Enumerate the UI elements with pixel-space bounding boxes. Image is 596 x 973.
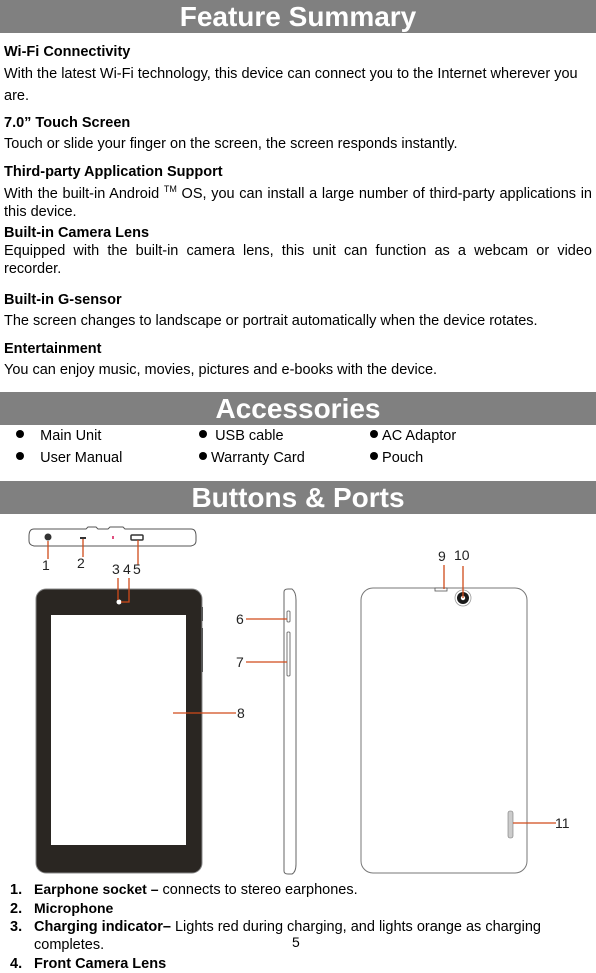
feature-heading-gsensor: Built-in G-sensor xyxy=(4,292,122,308)
touch-screen xyxy=(51,615,186,845)
accessories-banner: Accessories xyxy=(0,392,596,425)
list-title: Earphone socket – xyxy=(34,881,159,897)
callout-8: 8 xyxy=(237,705,245,721)
accessory-label: User Manual xyxy=(40,450,123,466)
feature-text-touch-screen: Touch or slide your finger on the screen… xyxy=(4,136,458,152)
feature-heading-third-party: Third-party Application Support xyxy=(4,164,223,180)
accessory-label: Main Unit xyxy=(40,428,102,444)
accessory-item: AC Adaptor xyxy=(370,428,456,445)
callout-9: 9 xyxy=(438,548,446,564)
accessory-item: User Manual xyxy=(16,450,122,467)
device-back-view xyxy=(360,587,528,874)
callout-2: 2 xyxy=(77,555,85,571)
accessory-label: AC Adaptor xyxy=(382,428,457,444)
accessory-label: Warranty Card xyxy=(211,450,305,466)
callout-1: 1 xyxy=(42,557,50,573)
device-diagram: 1 2 3 4 5 6 7 8 9 10 11 xyxy=(28,526,570,875)
speaker-grille xyxy=(507,810,514,839)
list-desc: connects to stereo earphones. xyxy=(158,882,358,898)
accessory-item: Warranty Card xyxy=(199,450,305,467)
port-list-item-4: 4. Front Camera Lens xyxy=(10,956,590,973)
list-desc: Lights red during charging, and lights o… xyxy=(170,919,541,935)
callout-10: 10 xyxy=(454,547,470,563)
list-number: 3. xyxy=(10,919,23,935)
callout-5: 5 xyxy=(133,561,141,577)
earphone-socket-icon xyxy=(44,533,52,541)
charging-indicator-icon xyxy=(112,536,114,539)
callout-6: 6 xyxy=(236,611,244,627)
list-desc-continued: completes. xyxy=(34,937,105,953)
accessory-label: USB cable xyxy=(215,428,284,444)
bullet-icon xyxy=(199,452,207,460)
feature-text-third-party: With the built-in Android TM OS, you can… xyxy=(4,180,592,221)
callout-3: 3 xyxy=(112,561,120,577)
port-list-item-2: 2. Microphone xyxy=(10,900,590,918)
accessory-item: Pouch xyxy=(370,450,423,467)
bullet-icon xyxy=(370,430,378,438)
feature-heading-entertainment: Entertainment xyxy=(4,341,102,357)
page-number: 5 xyxy=(292,934,300,950)
bullet-icon xyxy=(199,430,207,438)
feature-text-entertainment: You can enjoy music, movies, pictures an… xyxy=(4,362,438,378)
volume-buttons xyxy=(286,631,291,677)
port-list-item-3: 3. Charging indicator– Lights red during … xyxy=(10,919,590,936)
front-camera-icon xyxy=(116,599,122,605)
callout-11: 11 xyxy=(555,815,570,831)
callout-4: 4 xyxy=(123,561,131,577)
bullet-icon xyxy=(16,452,24,460)
microphone-icon xyxy=(80,537,86,539)
android-text: With the built-in Android xyxy=(4,186,160,202)
device-front-view xyxy=(35,588,203,874)
port-list-item-1: 1. Earphone socket – connects to stereo e… xyxy=(10,881,590,899)
usb-port-icon xyxy=(130,534,144,541)
bullet-icon xyxy=(370,452,378,460)
list-number: 4. xyxy=(10,956,23,972)
accessory-label: Pouch xyxy=(382,450,424,466)
power-button xyxy=(286,610,291,623)
list-title: Charging indicator– xyxy=(34,919,171,935)
feature-heading-wifi: Wi-Fi Connectivity xyxy=(4,44,131,60)
reset-hole xyxy=(434,587,448,592)
feature-text-gsensor: The screen changes to landscape or portr… xyxy=(4,313,538,329)
list-title: Microphone xyxy=(34,900,114,916)
feature-text-wifi: With the latest Wi-Fi technology, this d… xyxy=(4,66,578,104)
bullet-icon xyxy=(16,430,24,438)
device-side-view xyxy=(283,588,297,875)
feature-text-camera: Equipped with the built-in camera lens, … xyxy=(4,243,592,277)
device-top-edge xyxy=(28,526,197,547)
callout-7: 7 xyxy=(236,654,244,670)
trademark-mark: TM xyxy=(163,184,177,194)
feature-heading-camera: Built-in Camera Lens xyxy=(4,225,150,241)
list-number: 1. xyxy=(10,882,23,898)
accessory-item: USB cable xyxy=(199,428,284,445)
accessory-item: Main Unit xyxy=(16,428,101,445)
feature-heading-touch-screen: 7.0” Touch Screen xyxy=(4,115,131,131)
port-list-item-3-cont: completes. xyxy=(34,937,596,954)
list-number: 2. xyxy=(10,901,23,917)
feature-summary-banner: Feature Summary xyxy=(0,0,596,33)
buttons-ports-banner: Buttons & Ports xyxy=(0,481,596,514)
